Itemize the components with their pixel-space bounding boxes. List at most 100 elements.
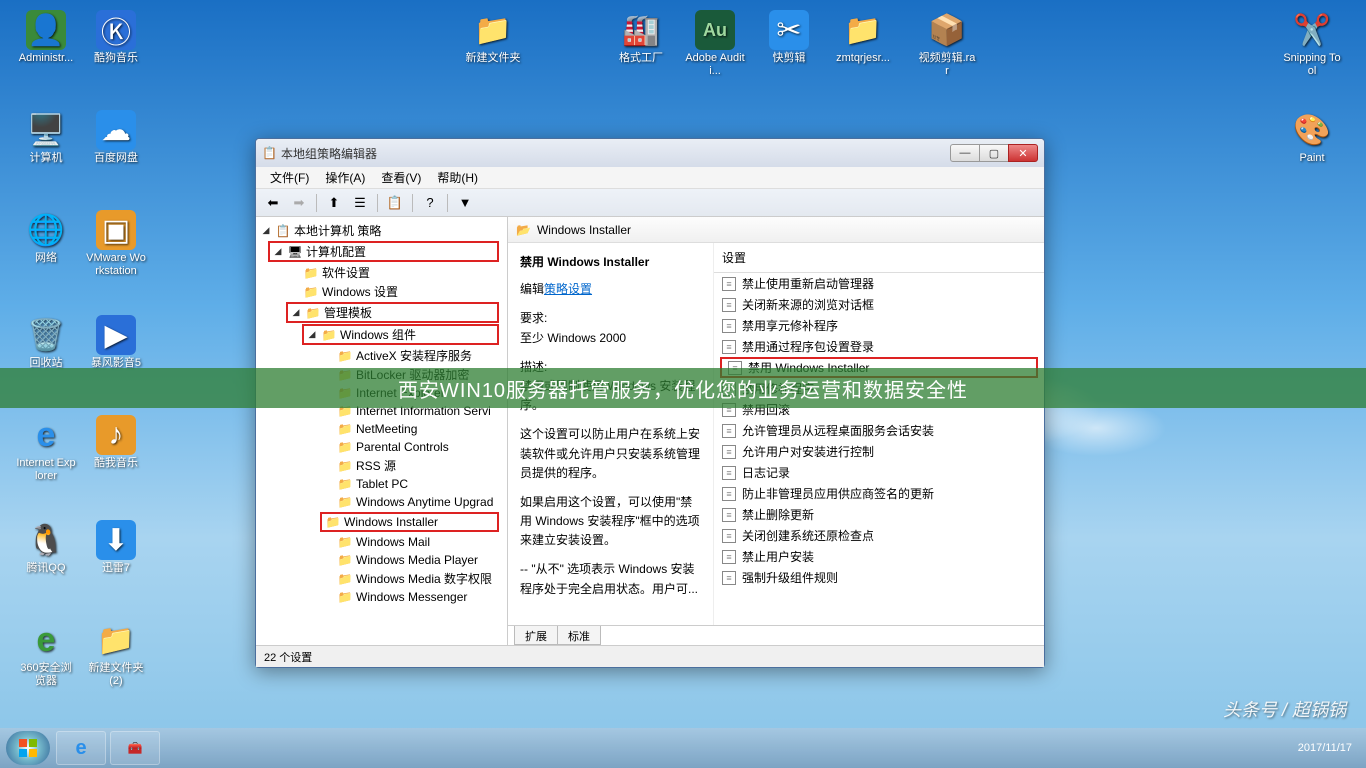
policy-icon: ≡ — [722, 529, 736, 543]
tree-component[interactable]: 📁Windows Installer — [320, 512, 499, 532]
folder-icon: 📁 — [337, 439, 353, 455]
desktop-icon-qq[interactable]: 🐧腾讯QQ — [16, 520, 76, 575]
setting-item[interactable]: ≡禁用通过程序包设置登录 — [714, 336, 1044, 357]
folder-icon: 📁 — [337, 552, 353, 568]
windows-logo-icon — [17, 737, 39, 759]
setting-item[interactable]: ≡禁止删除更新 — [714, 504, 1044, 525]
desktop-icon-newfolder[interactable]: 📁新建文件夹 — [463, 10, 523, 65]
overlay-banner: 西安WIN10服务器托管服务，优化您的业务运营和数据安全性 — [0, 368, 1366, 408]
policy-icon: ≡ — [722, 487, 736, 501]
tree-component[interactable]: 📁ActiveX 安装程序服务 — [256, 346, 507, 365]
setting-item[interactable]: ≡日志记录 — [714, 462, 1044, 483]
setting-item[interactable]: ≡强制升级组件规则 — [714, 567, 1044, 588]
desktop-icon-audition[interactable]: AuAdobe Auditi... — [685, 10, 745, 78]
tree-admin-templates[interactable]: ◢📁管理模板 — [286, 302, 499, 323]
desktop-icon-kuaijian[interactable]: ✂快剪辑 — [759, 10, 819, 65]
setting-item[interactable]: ≡允许管理员从远程桌面服务会话安装 — [714, 420, 1044, 441]
tree-component[interactable]: 📁RSS 源 — [256, 456, 507, 475]
folder-icon: 📂 — [516, 223, 531, 237]
desktop-icon-vmware[interactable]: ▣VMware Workstation — [86, 210, 146, 278]
up-button[interactable]: ⬆ — [323, 192, 345, 214]
folder-icon: 📁 — [337, 589, 353, 605]
back-button[interactable]: ⬅ — [262, 192, 284, 214]
properties-button[interactable]: 📋 — [384, 192, 406, 214]
toolbar: ⬅ ➡ ⬆ ☰ 📋 ? ▼ — [256, 189, 1044, 217]
task-ie[interactable]: e — [56, 731, 106, 765]
tree-windows-settings[interactable]: 📁Windows 设置 — [256, 282, 507, 301]
help-button[interactable]: ? — [419, 192, 441, 214]
desktop-icon-kuwo[interactable]: ♪酷我音乐 — [86, 415, 146, 470]
tree-component[interactable]: 📁Windows Media 数字权限 — [256, 569, 507, 588]
tree-software[interactable]: 📁软件设置 — [256, 263, 507, 282]
start-button[interactable] — [6, 731, 50, 765]
policy-icon: ≡ — [722, 445, 736, 459]
policy-icon: ≡ — [722, 340, 736, 354]
tab-extended[interactable]: 扩展 — [514, 626, 558, 645]
policy-icon: ≡ — [722, 298, 736, 312]
app-icon: 📋 — [262, 146, 277, 160]
tree-computer-config[interactable]: ◢🖥计算机配置 — [268, 241, 499, 262]
maximize-button[interactable]: ▢ — [979, 144, 1009, 162]
desktop-icon-rar[interactable]: 📦视频剪辑.rar — [917, 10, 977, 78]
folder-icon: 📁 — [337, 476, 353, 492]
policy-icon: ≡ — [722, 571, 736, 585]
menu-file[interactable]: 文件(F) — [262, 167, 317, 188]
setting-item[interactable]: ≡关闭创建系统还原检查点 — [714, 525, 1044, 546]
desktop-icon-kugou[interactable]: Ⓚ酷狗音乐 — [86, 10, 146, 65]
task-toolbox[interactable]: 🧰 — [110, 731, 160, 765]
tree-component[interactable]: 📁Tablet PC — [256, 475, 507, 493]
desktop-icon-newfolder2[interactable]: 📁新建文件夹(2) — [86, 620, 146, 688]
tree-component[interactable]: 📁NetMeeting — [256, 420, 507, 438]
desktop-icon-zmtqr[interactable]: 📁zmtqrjesr... — [833, 10, 893, 65]
desktop-icon-recycle[interactable]: 🗑️回收站 — [16, 315, 76, 370]
tree-pane[interactable]: ◢📋本地计算机 策略 ◢🖥计算机配置 📁软件设置 📁Windows 设置 ◢📁管… — [256, 217, 508, 645]
system-tray[interactable]: 2017/11/17 — [1298, 741, 1360, 755]
menubar: 文件(F) 操作(A) 查看(V) 帮助(H) — [256, 167, 1044, 189]
watermark: 头条号 / 超锅锅 — [1223, 696, 1346, 722]
titlebar[interactable]: 📋 本地组策略编辑器 — ▢ ✕ — [256, 139, 1044, 167]
setting-item[interactable]: ≡允许用户对安装进行控制 — [714, 441, 1044, 462]
setting-item[interactable]: ≡防止非管理员应用供应商签名的更新 — [714, 483, 1044, 504]
detail-pane: 📂 Windows Installer 禁用 Windows Installer… — [508, 217, 1044, 645]
forward-button[interactable]: ➡ — [288, 192, 310, 214]
tree-component[interactable]: 📁Windows Media Player — [256, 551, 507, 569]
desktop-icon-computer[interactable]: 🖥️计算机 — [16, 110, 76, 165]
description-column: 禁用 Windows Installer 编辑策略设置 要求: 至少 Windo… — [508, 243, 713, 625]
desktop-icon-ie[interactable]: eInternet Explorer — [16, 415, 76, 483]
desktop-icon-baidu[interactable]: ☁百度网盘 — [86, 110, 146, 165]
desktop-icon-snipping[interactable]: ✂️Snipping Tool — [1282, 10, 1342, 78]
statusbar: 22 个设置 — [256, 645, 1044, 667]
tree-component[interactable]: 📁Windows Messenger — [256, 588, 507, 606]
desktop-icon-paint[interactable]: 🎨Paint — [1282, 110, 1342, 165]
setting-item[interactable]: ≡关闭新来源的浏览对话框 — [714, 294, 1044, 315]
tab-standard[interactable]: 标准 — [557, 626, 601, 645]
tree-component[interactable]: 📁Windows Anytime Upgrad — [256, 493, 507, 511]
desktop-icon-360[interactable]: e360安全浏览器 — [16, 620, 76, 688]
folder-icon: 📁 — [337, 421, 353, 437]
folder-icon: 📁 — [337, 458, 353, 474]
desktop-icon-baofeng[interactable]: ▶暴风影音5 — [86, 315, 146, 370]
tree-component[interactable]: 📁Parental Controls — [256, 438, 507, 456]
menu-help[interactable]: 帮助(H) — [429, 167, 486, 188]
list-button[interactable]: ☰ — [349, 192, 371, 214]
taskbar[interactable]: e 🧰 2017/11/17 — [0, 728, 1366, 768]
desktop-icon-network[interactable]: 🌐网络 — [16, 210, 76, 265]
folder-icon: 📁 — [337, 348, 353, 364]
policy-icon: ≡ — [722, 466, 736, 480]
close-button[interactable]: ✕ — [1008, 144, 1038, 162]
setting-item[interactable]: ≡禁止使用重新启动管理器 — [714, 273, 1044, 294]
settings-column[interactable]: 设置 ≡禁止使用重新启动管理器≡关闭新来源的浏览对话框≡禁用享元修补程序≡禁用通… — [713, 243, 1044, 625]
minimize-button[interactable]: — — [950, 144, 980, 162]
tree-win-components[interactable]: ◢📁Windows 组件 — [302, 324, 499, 345]
menu-action[interactable]: 操作(A) — [317, 167, 373, 188]
setting-item[interactable]: ≡禁止用户安装 — [714, 546, 1044, 567]
setting-item[interactable]: ≡禁用享元修补程序 — [714, 315, 1044, 336]
desktop-icon-xunlei[interactable]: ⬇迅雷7 — [86, 520, 146, 575]
tree-root[interactable]: ◢📋本地计算机 策略 — [256, 221, 507, 240]
menu-view[interactable]: 查看(V) — [373, 167, 429, 188]
desktop-icon-admin[interactable]: 👤Administr... — [16, 10, 76, 65]
desktop-icon-format[interactable]: 🏭格式工厂 — [611, 10, 671, 65]
filter-button[interactable]: ▼ — [454, 192, 476, 214]
edit-policy-link[interactable]: 策略设置 — [544, 282, 592, 296]
tree-component[interactable]: 📁Windows Mail — [256, 533, 507, 551]
